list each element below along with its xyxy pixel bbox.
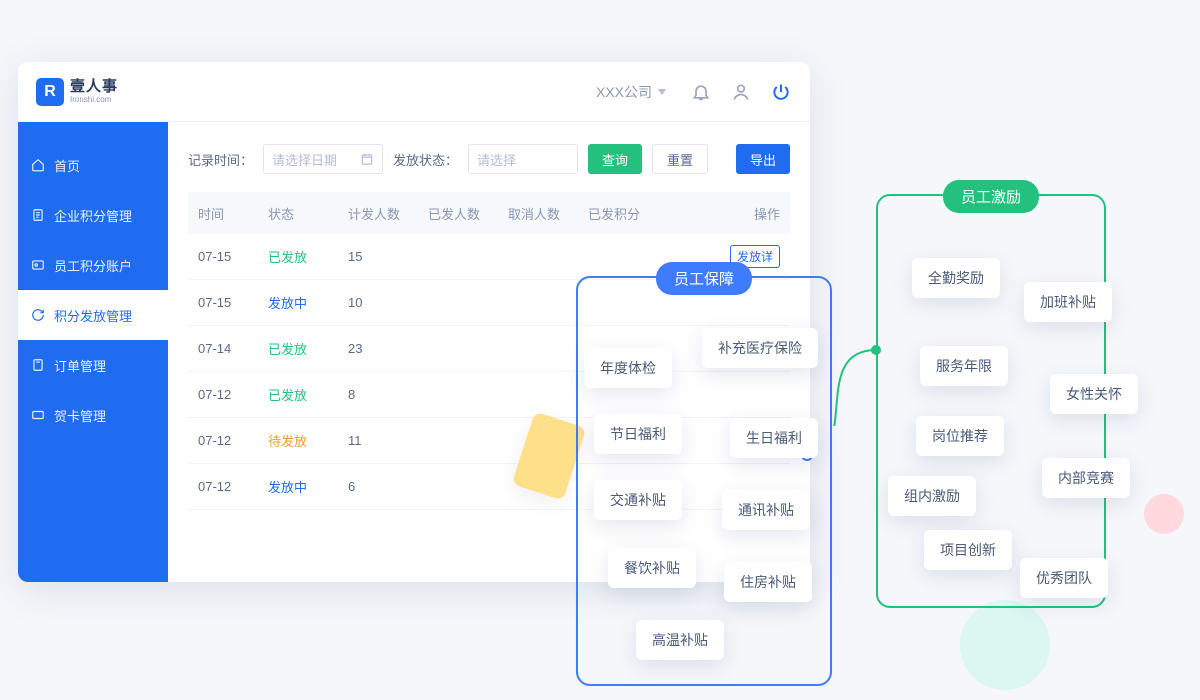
power-icon[interactable] bbox=[770, 81, 792, 103]
refresh-icon bbox=[30, 307, 46, 323]
export-button[interactable]: 导出 bbox=[736, 144, 790, 174]
th-time: 时间 bbox=[198, 204, 268, 223]
chip-item: 内部竞赛 bbox=[1042, 458, 1130, 498]
chip-item: 年度体检 bbox=[584, 348, 672, 388]
cell-status: 已发放 bbox=[268, 339, 348, 358]
chip-item: 高温补贴 bbox=[636, 620, 724, 660]
cell-date: 07-14 bbox=[198, 341, 268, 356]
user-card-icon bbox=[30, 257, 46, 273]
document-icon bbox=[30, 207, 46, 223]
cell-plan: 15 bbox=[348, 249, 428, 264]
filter-time-label: 记录时间： bbox=[188, 150, 253, 169]
chip-item: 加班补贴 bbox=[1024, 282, 1112, 322]
bell-icon[interactable] bbox=[690, 81, 712, 103]
th-cancel: 取消人数 bbox=[508, 204, 588, 223]
sidebar-item-home[interactable]: 首页 bbox=[18, 140, 168, 190]
cell-status: 已发放 bbox=[268, 385, 348, 404]
company-name: XXX公司 bbox=[596, 82, 652, 102]
cell-plan: 8 bbox=[348, 387, 428, 402]
order-icon bbox=[30, 357, 46, 373]
chip-item: 组内激励 bbox=[888, 476, 976, 516]
cell-plan: 10 bbox=[348, 295, 428, 310]
decorative-dot-icon bbox=[960, 600, 1050, 690]
cell-plan: 6 bbox=[348, 479, 428, 494]
filter-bar: 记录时间： 请选择日期 发放状态： 请选择 查询 重置 导出 bbox=[188, 144, 790, 174]
cell-date: 07-12 bbox=[198, 387, 268, 402]
cell-status: 已发放 bbox=[268, 247, 348, 266]
cell-status: 发放中 bbox=[268, 293, 348, 312]
brand-domain: Ironshi.com bbox=[70, 96, 118, 104]
cell-status: 发放中 bbox=[268, 477, 348, 496]
app-header: R 壹人事 Ironshi.com XXX公司 bbox=[18, 62, 810, 122]
brand-badge-icon: R bbox=[36, 78, 64, 106]
sidebar-item-employee-points[interactable]: 员工积分账户 bbox=[18, 240, 168, 290]
status-select[interactable]: 请选择 bbox=[468, 144, 578, 174]
chip-item: 餐饮补贴 bbox=[608, 548, 696, 588]
sidebar-item-label: 订单管理 bbox=[54, 356, 106, 375]
cell-plan: 23 bbox=[348, 341, 428, 356]
chip-item: 通讯补贴 bbox=[722, 490, 810, 530]
sidebar-item-label: 首页 bbox=[54, 156, 80, 175]
calendar-icon bbox=[360, 152, 374, 166]
chip-item: 住房补贴 bbox=[724, 562, 812, 602]
status-placeholder: 请选择 bbox=[477, 150, 516, 169]
cell-date: 07-12 bbox=[198, 433, 268, 448]
company-selector[interactable]: XXX公司 bbox=[596, 82, 666, 102]
sidebar-item-orders[interactable]: 订单管理 bbox=[18, 340, 168, 390]
filter-status-label: 发放状态： bbox=[393, 150, 458, 169]
chip-item: 项目创新 bbox=[924, 530, 1012, 570]
sidebar: 首页 企业积分管理 员工积分账户 积分发放管理 订单管理 贺卡管理 bbox=[18, 122, 168, 582]
th-plan: 计发人数 bbox=[348, 204, 428, 223]
th-ops: 操作 bbox=[668, 204, 780, 223]
chip-item: 岗位推荐 bbox=[916, 416, 1004, 456]
card-icon bbox=[30, 407, 46, 423]
brand-name: 壹人事 bbox=[70, 79, 118, 94]
panel-title: 员工激励 bbox=[943, 180, 1039, 213]
decorative-dot-icon bbox=[1144, 494, 1184, 534]
chip-item: 全勤奖励 bbox=[912, 258, 1000, 298]
home-icon bbox=[30, 157, 46, 173]
chip-item: 节日福利 bbox=[594, 414, 682, 454]
th-status: 状态 bbox=[268, 204, 348, 223]
brand-logo: R 壹人事 Ironshi.com bbox=[36, 78, 118, 106]
sidebar-item-points-distribution[interactable]: 积分发放管理 bbox=[18, 290, 168, 340]
th-sent: 已发人数 bbox=[428, 204, 508, 223]
th-points: 已发积分 bbox=[588, 204, 668, 223]
date-input[interactable]: 请选择日期 bbox=[263, 144, 383, 174]
cell-plan: 11 bbox=[348, 433, 428, 448]
chip-item: 优秀团队 bbox=[1020, 558, 1108, 598]
sidebar-item-enterprise-points[interactable]: 企业积分管理 bbox=[18, 190, 168, 240]
sidebar-item-label: 积分发放管理 bbox=[54, 306, 132, 325]
chip-item: 生日福利 bbox=[730, 418, 818, 458]
chevron-down-icon bbox=[658, 89, 666, 95]
panel-title: 员工保障 bbox=[656, 262, 752, 295]
cell-date: 07-12 bbox=[198, 479, 268, 494]
cell-date: 07-15 bbox=[198, 295, 268, 310]
table-header: 时间 状态 计发人数 已发人数 取消人数 已发积分 操作 bbox=[188, 192, 790, 234]
sidebar-item-label: 员工积分账户 bbox=[54, 256, 132, 275]
sidebar-item-label: 企业积分管理 bbox=[54, 206, 132, 225]
cell-date: 07-15 bbox=[198, 249, 268, 264]
chip-item: 交通补贴 bbox=[594, 480, 682, 520]
chip-item: 服务年限 bbox=[920, 346, 1008, 386]
sidebar-item-cards[interactable]: 贺卡管理 bbox=[18, 390, 168, 440]
chip-item: 补充医疗保险 bbox=[702, 328, 818, 368]
reset-button[interactable]: 重置 bbox=[652, 144, 708, 174]
query-button[interactable]: 查询 bbox=[588, 144, 642, 174]
date-placeholder: 请选择日期 bbox=[272, 150, 337, 169]
chip-item: 女性关怀 bbox=[1050, 374, 1138, 414]
user-icon[interactable] bbox=[730, 81, 752, 103]
sidebar-item-label: 贺卡管理 bbox=[54, 406, 106, 425]
cell-status: 待发放 bbox=[268, 431, 348, 450]
